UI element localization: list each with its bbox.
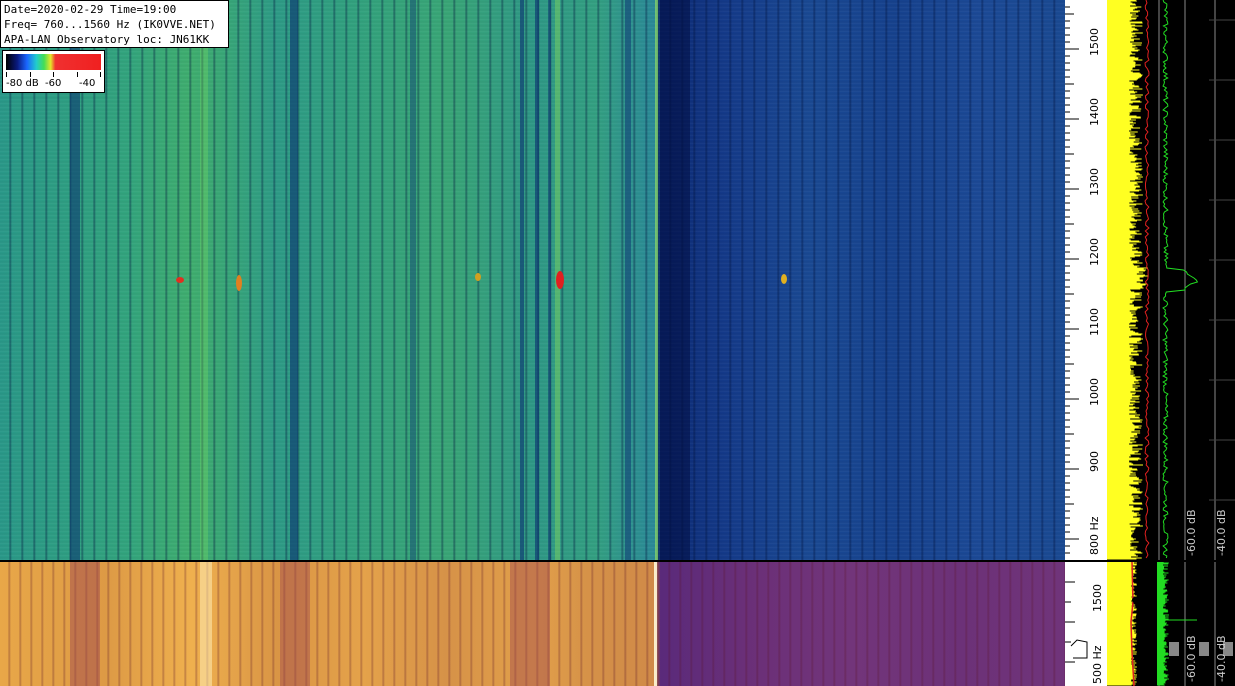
axis-bottom-label-1500: 1500 — [1091, 584, 1104, 612]
signal-blip — [475, 273, 481, 281]
info-box: Date=2020-02-29 Time=19:00 Freq= 760...1… — [0, 0, 229, 48]
spectrum-panel-bottom: -60.0 dB -40.0 dB — [1157, 562, 1235, 686]
db-label-top-right: -40.0 dB — [1215, 509, 1228, 557]
signal-blip — [236, 275, 242, 291]
info-observatory: APA-LAN Observatory loc: JN61KK — [4, 33, 210, 46]
db-label-top-left: -60.0 dB — [1185, 509, 1198, 557]
waterfall-bottom — [0, 562, 1065, 686]
streak — [548, 0, 551, 560]
streak-light — [654, 562, 657, 686]
streak-light — [655, 0, 658, 560]
legend-label-mid: -60 — [45, 78, 62, 89]
color-scale-bar — [6, 54, 101, 70]
axis-label-1500: 1500 — [1088, 28, 1101, 56]
axis-label-1200: 1200 — [1088, 238, 1101, 266]
frequency-axis-top: 1500 1400 1300 1200 1100 1000 900 800 Hz — [1065, 0, 1107, 560]
streak-light — [200, 0, 208, 560]
streak — [280, 562, 310, 686]
streak — [410, 0, 416, 560]
color-scale-ticks — [6, 72, 101, 77]
streak — [535, 0, 539, 560]
streak — [290, 0, 298, 560]
axis-label-1400: 1400 — [1088, 98, 1101, 126]
streak — [70, 562, 100, 686]
spectrum-trace-top — [1107, 0, 1157, 560]
spectrum-line — [1144, 0, 1150, 559]
spectrum-panel-top: -60.0 dB -40.0 dB — [1157, 0, 1235, 560]
level-marker — [1169, 642, 1179, 656]
frequency-axis-ticks — [1065, 6, 1079, 554]
spectrum-line — [1161, 0, 1199, 559]
color-scale-legend: -80 dB -60 -40 — [2, 50, 105, 93]
marker-dot — [1132, 597, 1138, 603]
axis-label-800: 800 Hz — [1088, 516, 1101, 555]
axis-label-1100: 1100 — [1088, 308, 1101, 336]
axis-label-900: 900 — [1088, 451, 1101, 472]
db-label-bottom-left: -60.0 dB — [1185, 635, 1198, 683]
axis-label-1000: 1000 — [1088, 378, 1101, 406]
spectrum-trace-bottom — [1107, 562, 1157, 686]
axis-label-1300: 1300 — [1088, 168, 1101, 196]
level-marker — [1199, 642, 1209, 656]
db-label-bottom-right: -40.0 dB — [1215, 635, 1228, 683]
signal-blip — [556, 271, 564, 289]
legend-label-low: -80 dB — [6, 78, 39, 89]
waterfall-top-overlay — [70, 0, 787, 560]
streak — [520, 0, 524, 560]
info-frequency: Freq= 760...1560 Hz (IK0VVE.NET) — [4, 18, 216, 31]
signal-blip — [781, 274, 787, 284]
signal-blip — [176, 277, 184, 283]
streak — [510, 562, 550, 686]
waterfall-bottom-overlay — [70, 562, 657, 686]
streak — [660, 0, 690, 560]
info-date-time: Date=2020-02-29 Time=19:00 — [4, 3, 177, 16]
spectrogram-view: Date=2020-02-29 Time=19:00 Freq= 760...1… — [0, 0, 1235, 686]
spectrum-yellow-bottom — [1107, 562, 1138, 686]
spectrum-yellow-top — [1107, 0, 1150, 560]
spectrum-panel-top-graph — [1158, 0, 1235, 560]
frequency-axis-bottom: 1500 500 Hz — [1065, 562, 1107, 686]
streak — [625, 0, 631, 560]
streak-light — [200, 562, 212, 686]
waterfall-top — [0, 0, 1065, 560]
legend-label-high: -40 — [79, 78, 96, 89]
axis-bottom-label-500: 500 Hz — [1091, 645, 1104, 684]
